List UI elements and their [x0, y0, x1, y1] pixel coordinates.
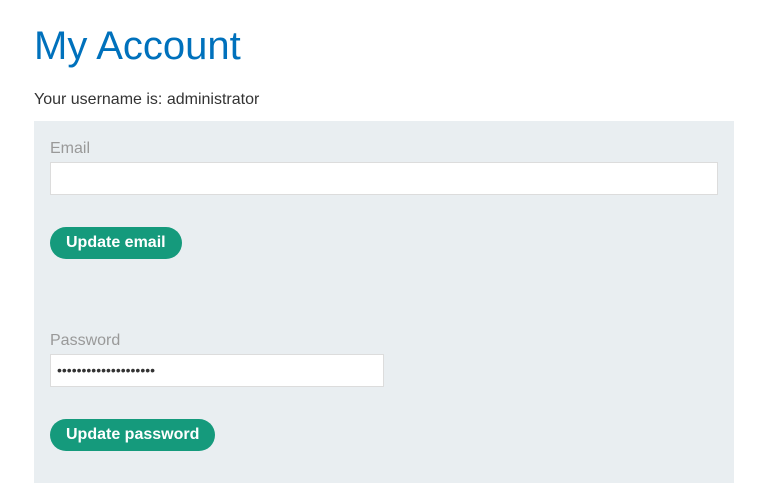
email-label: Email: [50, 140, 91, 157]
email-field[interactable]: [50, 162, 718, 195]
username-text: Your username is: administrator: [34, 91, 260, 108]
password-label: Password: [50, 332, 121, 349]
my-account-page: My Account Your username is: administrat…: [0, 0, 772, 495]
password-field[interactable]: ••••••••••••••••••••: [50, 354, 384, 387]
page-title: My Account: [34, 24, 241, 68]
update-email-button[interactable]: Update email: [50, 227, 182, 259]
update-password-button[interactable]: Update password: [50, 419, 216, 451]
account-settings-panel: Email Update email Password ••••••••••••…: [34, 121, 734, 483]
